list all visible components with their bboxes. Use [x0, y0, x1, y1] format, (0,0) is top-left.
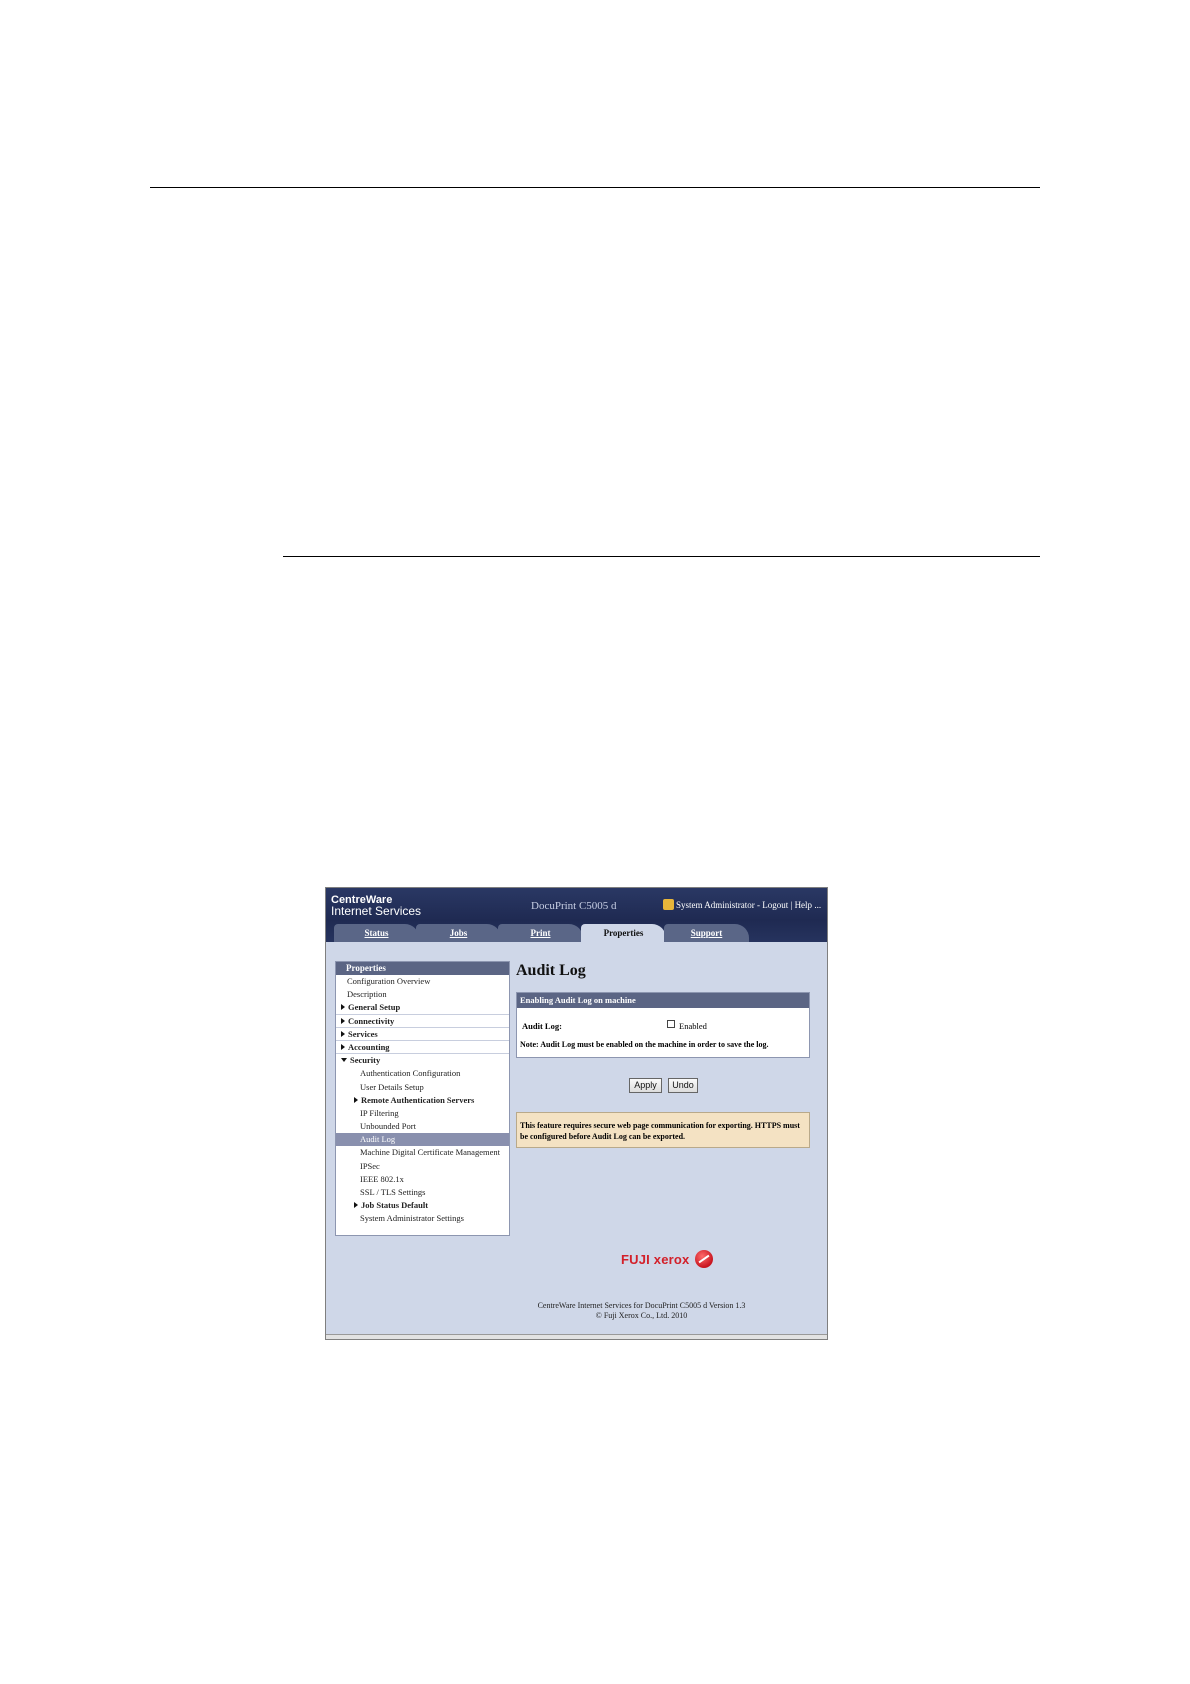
https-warning: This feature requires secure web page co… [516, 1112, 810, 1148]
undo-button[interactable]: Undo [668, 1078, 698, 1093]
tab-support[interactable]: Support [664, 924, 749, 942]
admin-icon [663, 899, 674, 910]
sidebar-item-label: Connectivity [348, 1015, 395, 1026]
sidebar-item-user-details-setup[interactable]: User Details Setup [336, 1081, 509, 1094]
sidebar-item-ieee-8021x[interactable]: IEEE 802.1x [336, 1173, 509, 1186]
expand-arrow-icon [354, 1202, 358, 1209]
screenshot-frame: CentreWare Internet Services DocuPrint C… [325, 887, 828, 1340]
expand-arrow-icon [354, 1096, 358, 1103]
footer-copyright: © Fuji Xerox Co., Ltd. 2010 [595, 1311, 688, 1320]
sidebar-item-label: Services [348, 1028, 378, 1039]
enabled-checkbox[interactable] [667, 1020, 675, 1028]
page-title: Audit Log [516, 962, 586, 979]
logo-text: FUJI xerox [621, 1252, 690, 1267]
sidebar-item-audit-log[interactable]: Audit Log [336, 1133, 509, 1147]
enabled-label: Enabled [679, 1021, 707, 1031]
brand-line2: Internet Services [331, 904, 422, 918]
sidebar-item-configuration-overview[interactable]: Configuration Overview [336, 975, 509, 988]
sidebar-item-accounting[interactable]: Accounting [336, 1041, 509, 1055]
xerox-sphere-icon [695, 1250, 713, 1268]
sidebar-item-ipsec[interactable]: IPSec [336, 1160, 509, 1173]
app-header: CentreWare Internet Services DocuPrint C… [326, 888, 827, 943]
sidebar-item-authentication-configuration[interactable]: Authentication Configuration [336, 1067, 509, 1080]
collapse-arrow-icon [341, 1058, 347, 1063]
audit-log-label: Audit Log: [522, 1021, 562, 1031]
footer-version: CentreWare Internet Services for DocuPri… [537, 1301, 746, 1310]
audit-log-note: Note: Audit Log must be enabled on the m… [520, 1040, 769, 1049]
sidebar-item-system-administrator-settings[interactable]: System Administrator Settings [336, 1212, 509, 1225]
sidebar-item-services[interactable]: Services [336, 1028, 509, 1041]
sidebar-item-label: General Setup [348, 1002, 401, 1013]
help-link[interactable]: Help [795, 900, 813, 910]
sidebar-item-label: Remote Authentication Servers [361, 1094, 475, 1105]
sidebar-item-ssl-tls-settings[interactable]: SSL / TLS Settings [336, 1186, 509, 1199]
expand-arrow-icon [341, 1030, 345, 1037]
expand-arrow-icon [341, 1043, 345, 1050]
sidebar-item-label: Accounting [348, 1041, 390, 1052]
logout-link[interactable]: Logout [762, 900, 788, 910]
page-rule-top [150, 187, 1040, 188]
browser-status-bar [326, 1334, 827, 1339]
sidebar-item-general-setup[interactable]: General Setup [336, 1001, 509, 1015]
sidebar-item-connectivity[interactable]: Connectivity [336, 1015, 509, 1028]
user-area: System Administrator - Logout | Help ... [663, 899, 821, 910]
audit-log-panel: Enabling Audit Log on machine Audit Log:… [516, 992, 810, 1058]
fuji-xerox-logo: FUJI xerox [621, 1250, 721, 1270]
sidebar-item-machine-digital-certificate-management[interactable]: Machine Digital Certificate Management [336, 1146, 509, 1159]
sidebar-title: Properties [336, 962, 509, 975]
sidebar-item-label: Security [350, 1055, 381, 1066]
brand-logo: CentreWare Internet Services [331, 895, 422, 918]
apply-button[interactable]: Apply [629, 1078, 662, 1093]
sidebar-item-job-status-default[interactable]: Job Status Default [336, 1199, 509, 1212]
properties-sidebar: Properties Configuration Overview Descri… [335, 961, 510, 1236]
tab-properties[interactable]: Properties [581, 924, 666, 943]
device-model: DocuPrint C5005 d [531, 900, 617, 912]
expand-arrow-icon [341, 1017, 345, 1024]
panel-title: Enabling Audit Log on machine [517, 993, 809, 1008]
sidebar-item-ip-filtering[interactable]: IP Filtering [336, 1107, 509, 1120]
admin-label: System Administrator [676, 900, 755, 910]
tab-print[interactable]: Print [498, 924, 583, 942]
tab-status[interactable]: Status [334, 924, 419, 942]
sidebar-item-unbounded-port[interactable]: Unbounded Port [336, 1120, 509, 1133]
tab-jobs[interactable]: Jobs [416, 924, 501, 942]
expand-arrow-icon [341, 1004, 345, 1011]
page-rule-middle [283, 556, 1040, 557]
sidebar-item-security[interactable]: Security [336, 1054, 509, 1067]
sidebar-item-label: Job Status Default [361, 1200, 429, 1211]
sidebar-item-description[interactable]: Description [336, 988, 509, 1001]
sidebar-item-remote-authentication-servers[interactable]: Remote Authentication Servers [336, 1094, 509, 1107]
